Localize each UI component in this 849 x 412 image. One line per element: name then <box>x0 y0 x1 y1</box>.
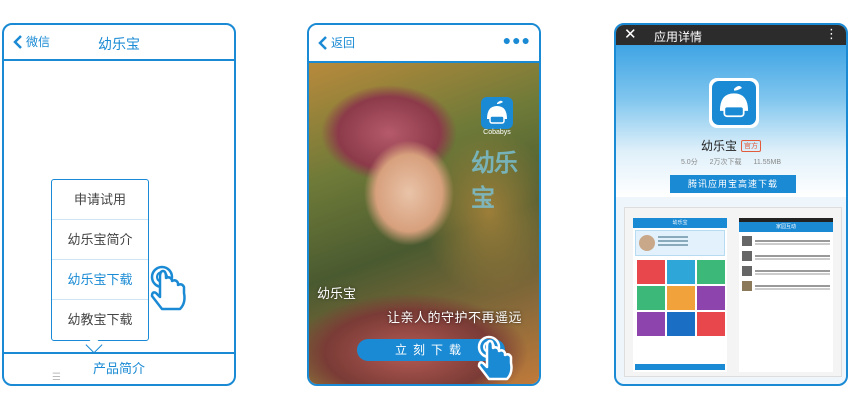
kebab-menu-icon[interactable]: ⋮ <box>825 26 838 42</box>
bar-title: 应用详情 <box>654 30 703 44</box>
title-bar: ✕ 应用详情 ⋮ <box>616 25 846 45</box>
feature-tiles <box>633 258 727 338</box>
rating: 5.0分 <box>680 159 698 166</box>
screenshot-title: 幼乐宝 <box>633 218 727 228</box>
back-button[interactable]: 返回 <box>317 34 355 51</box>
page-title: 幼乐宝 <box>98 36 140 52</box>
back-label: 返回 <box>331 36 356 50</box>
profile-card <box>635 230 725 256</box>
phone-mockup-menu: 微信 幼乐宝 申请试用 幼乐宝简介 幼乐宝下载 幼教宝下载 ☰ 产品简介 <box>2 23 236 386</box>
official-badge: 官方 <box>741 140 761 152</box>
bottom-tab-label: 产品简介 <box>92 361 145 376</box>
tap-hand-icon <box>477 335 513 381</box>
app-header: 幼乐宝 官方 5.0分 2万次下载 11.55MB 腾讯应用宝高速下载 <box>616 45 846 197</box>
screenshot-home[interactable]: 幼乐宝 <box>633 218 727 372</box>
menu-item-intro[interactable]: 幼乐宝简介 <box>52 220 148 260</box>
logo-text: Cobabys <box>483 129 511 136</box>
app-logo-icon <box>481 97 513 129</box>
screenshot-title: 家园互动 <box>739 222 833 232</box>
file-size: 11.55MB <box>753 159 782 166</box>
more-dots-icon[interactable]: ●●● <box>503 32 531 48</box>
menu-dots-icon: ☰ <box>52 372 61 383</box>
screenshots-gallery[interactable]: 幼乐宝 家园互动 <box>624 207 842 377</box>
brand-overlay: 幼乐宝 <box>471 150 518 212</box>
screenshot-interaction[interactable]: 家园互动 <box>739 218 833 372</box>
app-name: 幼乐宝 <box>700 139 737 153</box>
app-name-row: 幼乐宝 官方 <box>616 137 846 154</box>
downloads: 2万次下载 <box>709 159 742 166</box>
caption-brand: 幼乐宝 <box>317 286 357 301</box>
chevron-left-icon <box>318 35 327 50</box>
popup-menu: 申请试用 幼乐宝简介 幼乐宝下载 幼教宝下载 <box>51 179 149 341</box>
menu-item-download[interactable]: 幼乐宝下载 <box>52 260 148 300</box>
fast-download-button[interactable]: 腾讯应用宝高速下载 <box>670 175 796 193</box>
bottom-tab-product-intro[interactable]: ☰ 产品简介 <box>4 352 234 384</box>
phone-mockup-app-store: ✕ 应用详情 ⋮ 幼乐宝 官方 5.0分 2万次下载 11.55MB 腾讯应用宝高… <box>614 23 848 386</box>
caption-slogan: 让亲人的守护不再遥远 <box>387 310 523 325</box>
tap-hand-icon <box>150 265 186 311</box>
phone-mockup-splash: 返回 ●●● Cobabys 幼乐宝 幼乐宝 让亲人的守护不再遥远 立刻下载 <box>307 23 541 386</box>
menu-item-teacher-download[interactable]: 幼教宝下载 <box>52 300 148 340</box>
app-icon <box>709 78 759 128</box>
nav-header: 微信 幼乐宝 <box>4 25 234 61</box>
app-stats: 5.0分 2万次下载 11.55MB <box>616 157 846 167</box>
menu-item-apply-trial[interactable]: 申请试用 <box>52 180 148 220</box>
close-icon[interactable]: ✕ <box>624 25 637 43</box>
nav-header: 返回 ●●● <box>309 25 539 63</box>
